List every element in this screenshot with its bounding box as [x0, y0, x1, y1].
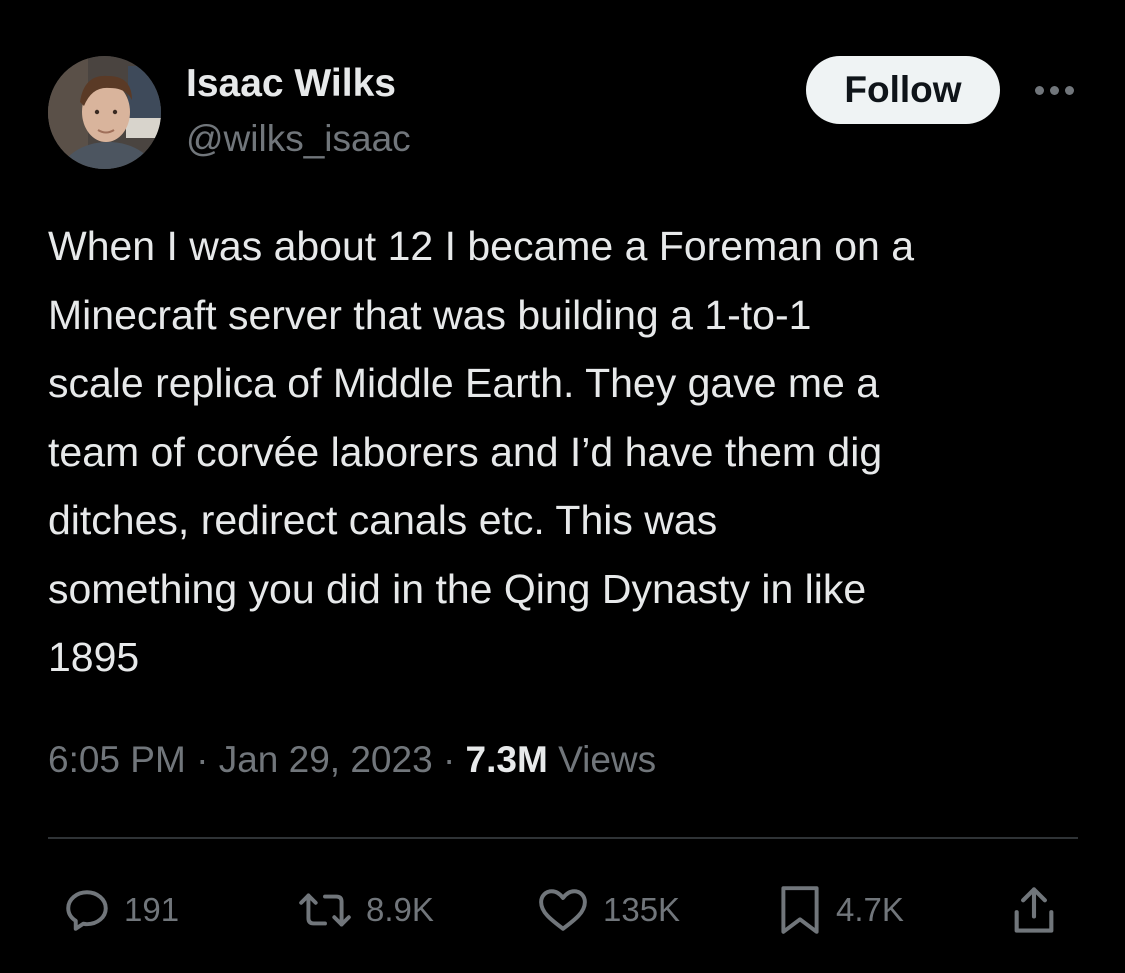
heart-icon: [539, 889, 587, 931]
profile-photo-icon: [48, 56, 161, 169]
tweet-date[interactable]: Jan 29, 2023: [219, 739, 433, 780]
divider: [48, 837, 1078, 839]
more-horizontal-icon: [1049, 85, 1059, 95]
reply-button[interactable]: 191: [62, 880, 179, 940]
bookmark-count: 4.7K: [836, 891, 904, 928]
tweet-meta: 6:05 PM · Jan 29, 2023 · 7.3M Views: [48, 739, 656, 781]
repost-button[interactable]: 8.9K: [296, 880, 434, 940]
more-horizontal-icon: [1064, 85, 1074, 95]
views-label: Views: [558, 739, 657, 780]
like-button[interactable]: 135K: [535, 880, 680, 940]
repost-icon: [299, 893, 351, 927]
more-horizontal-icon: [1034, 85, 1044, 95]
bookmark-button[interactable]: 4.7K: [776, 880, 904, 940]
avatar[interactable]: [48, 56, 161, 169]
share-icon: [1014, 887, 1054, 933]
reply-count: 191: [124, 891, 180, 928]
share-button[interactable]: [1010, 880, 1058, 940]
author-handle[interactable]: @wilks_isaac: [186, 118, 411, 160]
repost-count: 8.9K: [366, 891, 434, 928]
follow-button[interactable]: Follow: [806, 56, 1000, 124]
like-count: 135K: [603, 891, 681, 928]
tweet: Isaac Wilks @wilks_isaac Follow When I w…: [0, 0, 1125, 973]
meta-separator: ·: [442, 739, 456, 780]
views-count: 7.3M: [465, 739, 548, 780]
bookmark-icon: [781, 886, 819, 934]
meta-separator: ·: [196, 739, 209, 780]
more-options-button[interactable]: [1030, 72, 1078, 108]
tweet-time[interactable]: 6:05 PM: [48, 739, 186, 780]
author-display-name[interactable]: Isaac Wilks: [186, 62, 396, 106]
tweet-text: When I was about 12 I became a Foreman o…: [48, 223, 915, 680]
reply-icon: [66, 890, 108, 931]
